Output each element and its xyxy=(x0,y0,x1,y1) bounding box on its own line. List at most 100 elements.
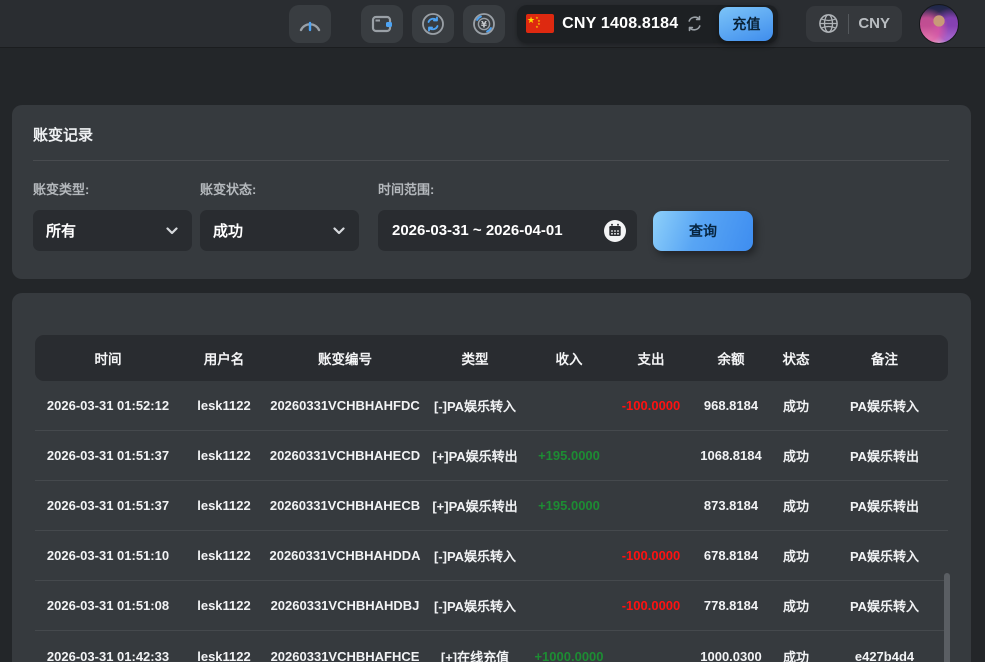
cell-number: 20260331VCHBHAHECD xyxy=(267,448,423,463)
cell-status: 成功 xyxy=(771,496,821,515)
wallet-icon xyxy=(370,13,394,35)
header-remark: 备注 xyxy=(821,348,948,368)
status-filter-label: 账变状态: xyxy=(200,179,359,198)
table-row[interactable]: 2026-03-31 01:52:12lesk112220260331VCHBH… xyxy=(35,381,948,431)
cell-income: +1000.0000 xyxy=(527,649,611,662)
cell-time: 2026-03-31 01:51:10 xyxy=(35,548,181,563)
header-number: 账变编号 xyxy=(267,348,423,368)
cell-type: [-]PA娱乐转入 xyxy=(423,596,527,615)
header-status: 状态 xyxy=(771,348,821,368)
date-range-value: 2026-03-31 ~ 2026-04-01 xyxy=(392,222,563,239)
table-row[interactable]: 2026-03-31 01:51:08lesk112220260331VCHBH… xyxy=(35,581,948,631)
cell-user: lesk1122 xyxy=(181,649,267,662)
cell-remark: PA娱乐转入 xyxy=(821,596,948,615)
page-title: 账变记录 xyxy=(33,124,949,145)
divider xyxy=(33,160,949,161)
cell-type: [+]PA娱乐转出 xyxy=(423,496,527,515)
table-header-row: 时间 用户名 账变编号 类型 收入 支出 余额 状态 备注 xyxy=(35,335,948,381)
cell-status: 成功 xyxy=(771,546,821,565)
cell-balance: 873.8184 xyxy=(691,498,771,513)
header-time: 时间 xyxy=(35,348,181,368)
cell-remark: PA娱乐转出 xyxy=(821,496,948,515)
table-row[interactable]: 2026-03-31 01:51:10lesk112220260331VCHBH… xyxy=(35,531,948,581)
language-selector[interactable]: CNY xyxy=(806,6,902,42)
cell-time: 2026-03-31 01:51:37 xyxy=(35,448,181,463)
dashboard-gauge-button[interactable] xyxy=(289,5,331,43)
refresh-balance-icon[interactable] xyxy=(686,15,703,32)
balance-amount: CNY 1408.8184 xyxy=(562,15,678,33)
cell-number: 20260331VCHBHAHFDC xyxy=(267,398,423,413)
cell-balance: 678.8184 xyxy=(691,548,771,563)
cell-type: [-]PA娱乐转入 xyxy=(423,546,527,565)
recharge-button[interactable]: 充值 xyxy=(719,7,773,41)
svg-text:★: ★ xyxy=(527,15,535,25)
cell-remark: PA娱乐转出 xyxy=(821,446,948,465)
cell-expense: -100.0000 xyxy=(611,548,691,563)
cell-remark: e427b4d4 xyxy=(821,649,948,662)
cell-status: 成功 xyxy=(771,396,821,415)
language-code: CNY xyxy=(858,15,890,32)
cell-remark: PA娱乐转入 xyxy=(821,396,948,415)
cell-balance: 778.8184 xyxy=(691,598,771,613)
table-row[interactable]: 2026-03-31 01:51:37lesk112220260331VCHBH… xyxy=(35,431,948,481)
cell-user: lesk1122 xyxy=(181,448,267,463)
date-range-input[interactable]: 2026-03-31 ~ 2026-04-01 xyxy=(378,210,637,251)
divider xyxy=(848,14,849,34)
cell-type: [+]在线充值 xyxy=(423,647,527,662)
svg-text:★: ★ xyxy=(536,25,539,29)
cell-user: lesk1122 xyxy=(181,498,267,513)
table-row[interactable]: 2026-03-31 01:42:33lesk112220260331VCHBH… xyxy=(35,631,948,662)
topbar: ¥ ★ ★ ★ ★ ★ CNY 1408.8184 充值 xyxy=(0,0,985,48)
chevron-down-icon xyxy=(333,227,345,235)
table-row[interactable]: 2026-03-31 01:51:37lesk112220260331VCHBH… xyxy=(35,481,948,531)
type-select-value: 所有 xyxy=(46,220,76,241)
cell-status: 成功 xyxy=(771,647,821,662)
svg-text:¥: ¥ xyxy=(481,20,487,30)
gauge-icon xyxy=(298,13,322,35)
china-flag-icon: ★ ★ ★ ★ ★ xyxy=(526,14,554,33)
cell-time: 2026-03-31 01:51:08 xyxy=(35,598,181,613)
balance-pill: ★ ★ ★ ★ ★ CNY 1408.8184 充值 xyxy=(517,5,778,43)
header-income: 收入 xyxy=(527,348,611,368)
account-change-filter-card: 账变记录 账变类型: 所有 账变状态: 成功 时间范围: 2026- xyxy=(12,105,971,279)
cell-user: lesk1122 xyxy=(181,598,267,613)
header-expense: 支出 xyxy=(611,348,691,368)
cell-balance: 1068.8184 xyxy=(691,448,771,463)
sync-button[interactable] xyxy=(412,5,454,43)
search-button[interactable]: 查询 xyxy=(653,211,753,251)
cell-number: 20260331VCHBHAHECB xyxy=(267,498,423,513)
cell-number: 20260331VCHBHAHDBJ xyxy=(267,598,423,613)
chevron-down-icon xyxy=(166,227,178,235)
status-select-value: 成功 xyxy=(213,220,243,241)
cell-expense: -100.0000 xyxy=(611,398,691,413)
calendar-icon xyxy=(603,219,627,243)
currency-exchange-icon: ¥ xyxy=(472,12,496,36)
status-select[interactable]: 成功 xyxy=(200,210,359,251)
cell-type: [-]PA娱乐转入 xyxy=(423,396,527,415)
type-select[interactable]: 所有 xyxy=(33,210,192,251)
cell-type: [+]PA娱乐转出 xyxy=(423,446,527,465)
account-change-table-card: 时间 用户名 账变编号 类型 收入 支出 余额 状态 备注 2026-03-31… xyxy=(12,293,971,662)
cell-status: 成功 xyxy=(771,446,821,465)
cell-status: 成功 xyxy=(771,596,821,615)
cell-remark: PA娱乐转入 xyxy=(821,546,948,565)
header-balance: 余额 xyxy=(691,348,771,368)
cell-income: +195.0000 xyxy=(527,448,611,463)
cell-balance: 968.8184 xyxy=(691,398,771,413)
table-scrollbar-thumb[interactable] xyxy=(944,573,950,662)
cell-income: +195.0000 xyxy=(527,498,611,513)
table-body: 2026-03-31 01:52:12lesk112220260331VCHBH… xyxy=(35,381,948,662)
user-avatar[interactable] xyxy=(919,4,959,44)
range-filter-label: 时间范围: xyxy=(378,179,637,198)
cell-number: 20260331VCHBHAHDDA xyxy=(267,548,423,563)
currency-exchange-button[interactable]: ¥ xyxy=(463,5,505,43)
cell-user: lesk1122 xyxy=(181,398,267,413)
cell-time: 2026-03-31 01:42:33 xyxy=(35,649,181,662)
sync-icon xyxy=(421,12,445,36)
globe-icon xyxy=(818,13,839,34)
cell-time: 2026-03-31 01:52:12 xyxy=(35,398,181,413)
cell-number: 20260331VCHBHAFHCE xyxy=(267,649,423,662)
wallet-button[interactable] xyxy=(361,5,403,43)
cell-user: lesk1122 xyxy=(181,548,267,563)
type-filter-label: 账变类型: xyxy=(33,179,192,198)
